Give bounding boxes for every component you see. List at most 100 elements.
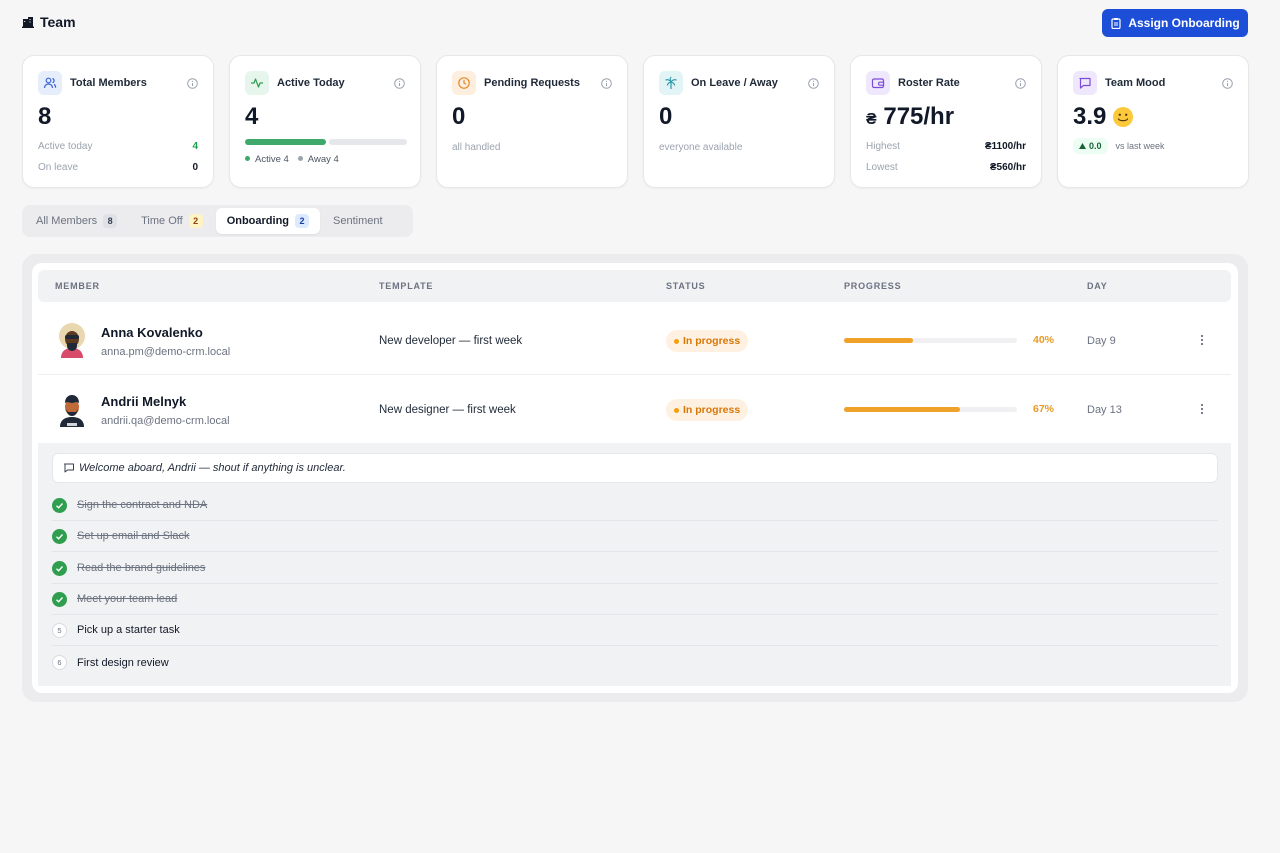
checklist-item[interactable]: Set up email and Slack (52, 521, 1218, 552)
delta-badge: 0.0 (1073, 138, 1108, 154)
mood-delta: 0.0 vs last week (1073, 138, 1165, 154)
col-progress: PROGRESS (844, 281, 902, 291)
legend-away: Away 4 (297, 154, 339, 165)
col-day: DAY (1087, 281, 1108, 291)
card-value: 0 (659, 103, 673, 130)
template-name: New developer — first week (379, 335, 523, 347)
active-bar-fill (245, 139, 326, 145)
card-subtext: everyone available (659, 142, 743, 153)
more-vertical-icon[interactable] (1198, 402, 1206, 416)
arrow-up-icon (1079, 143, 1086, 149)
tab-count-badge: 2 (295, 214, 310, 228)
page-title: Team (40, 14, 76, 30)
table-header: MEMBER TEMPLATE STATUS PROGRESS DAY (38, 270, 1231, 302)
tab-onboarding[interactable]: Onboarding 2 (215, 208, 321, 234)
check-circle-icon[interactable] (52, 497, 67, 513)
card-label: Team Mood (1105, 77, 1166, 89)
away-bar-fill (329, 139, 407, 145)
users-icon (38, 71, 62, 95)
building-icon (22, 17, 34, 28)
page-header: Team Assign Onboarding (22, 0, 1248, 46)
card-row: Lowest ₴560/hr (866, 162, 1026, 173)
comment-icon (64, 463, 74, 473)
card-value: 3.9 (1073, 103, 1134, 131)
card-label: Roster Rate (898, 77, 960, 89)
palm-tree-icon (659, 71, 683, 95)
assign-onboarding-label: Assign Onboarding (1128, 16, 1240, 30)
progress-fill (844, 338, 914, 343)
check-circle-icon[interactable] (52, 528, 67, 544)
card-subtext: all handled (452, 142, 501, 153)
message-icon (1073, 71, 1097, 95)
checklist-item[interactable]: 5 Pick up a starter task (52, 615, 1218, 646)
check-circle-icon[interactable] (52, 560, 67, 576)
info-icon[interactable] (187, 77, 198, 89)
tab-count-badge: 8 (103, 214, 118, 228)
more-vertical-icon[interactable] (1198, 333, 1206, 347)
progress-fill (844, 407, 960, 412)
active-away-bar (245, 139, 407, 145)
day-value: Day 13 (1087, 404, 1122, 416)
clipboard-icon (1111, 18, 1121, 29)
tab-bar: All Members 8 Time Off 2 Onboarding 2 Senti… (22, 205, 413, 237)
checklist-item[interactable]: 6 First design review (52, 647, 1218, 678)
tab-time-off[interactable]: Time Off 2 (130, 208, 214, 234)
table-row[interactable]: Anna Kovalenko anna.pm@demo-crm.local Ne… (38, 306, 1231, 375)
card-roster-rate: Roster Rate ₴ 775/hr Highest ₴1100/hr Low… (850, 55, 1042, 188)
avatar (60, 395, 84, 427)
info-icon[interactable] (1015, 77, 1026, 89)
member-name[interactable]: Andrii Melnyk (101, 394, 186, 409)
avatar (59, 323, 85, 358)
col-status: STATUS (666, 281, 706, 291)
card-row: Highest ₴1100/hr (866, 141, 1026, 152)
member-email: andrii.qa@demo-crm.local (101, 415, 230, 427)
step-number[interactable]: 5 (52, 622, 67, 638)
info-icon[interactable] (394, 77, 405, 89)
clock-icon (452, 71, 476, 95)
member-email: anna.pm@demo-crm.local (101, 346, 231, 358)
smile-emoji-icon (1113, 107, 1134, 127)
onboarding-detail: Welcome aboard, Andrii — shout if anythi… (38, 443, 1231, 686)
progress-percent: 40% (1032, 334, 1054, 346)
tab-sentiment[interactable]: Sentiment (322, 208, 394, 234)
info-icon[interactable] (601, 77, 612, 89)
card-value: 0 (452, 103, 466, 130)
card-active-today: Active Today 4 Active 4 Away 4 (229, 55, 421, 188)
welcome-note: Welcome aboard, Andrii — shout if anythi… (52, 453, 1218, 483)
active-legend: Active 4 Away 4 (245, 154, 339, 165)
checklist-item[interactable]: Read the brand guidelines (52, 553, 1218, 584)
table-row[interactable]: Andrii Melnyk andrii.qa@demo-crm.local N… (38, 375, 1231, 444)
delta-text: vs last week (1115, 141, 1165, 151)
check-circle-icon[interactable] (52, 591, 67, 607)
card-pending-requests: Pending Requests 0 all handled (436, 55, 628, 188)
step-number[interactable]: 6 (52, 655, 67, 670)
currency-symbol: ₴ (866, 111, 877, 128)
kpi-cards: Total Members 8 Active today 4 On leave 0 … (22, 55, 1249, 188)
day-value: Day 9 (1087, 335, 1116, 347)
member-name[interactable]: Anna Kovalenko (101, 325, 203, 340)
tab-count-badge: 2 (188, 214, 203, 228)
checklist-item[interactable]: Meet your team lead (52, 584, 1218, 615)
card-total-members: Total Members 8 Active today 4 On leave 0 (22, 55, 214, 188)
info-icon[interactable] (1222, 77, 1233, 89)
card-label: Pending Requests (484, 77, 580, 89)
progress-percent: 67% (1032, 403, 1054, 415)
wallet-icon (866, 71, 890, 95)
card-row: Active today 4 (38, 141, 198, 152)
tab-all-members[interactable]: All Members 8 (25, 208, 128, 234)
page-title-wrap: Team (22, 14, 76, 30)
card-label: Active Today (277, 77, 345, 89)
card-label: Total Members (70, 77, 147, 89)
card-value: 4 (245, 103, 259, 130)
card-row: On leave 0 (38, 162, 198, 173)
card-team-mood: Team Mood 3.9 0.0 vs last week (1057, 55, 1249, 188)
info-icon[interactable] (808, 77, 819, 89)
template-name: New designer — first week (379, 404, 516, 416)
progress-bar (844, 338, 1017, 343)
checklist-item[interactable]: Sign the contract and NDA (52, 490, 1218, 521)
col-member: MEMBER (55, 281, 100, 291)
assign-onboarding-button[interactable]: Assign Onboarding (1102, 9, 1248, 37)
card-value: ₴ 775/hr (866, 103, 955, 130)
card-label: On Leave / Away (691, 77, 778, 89)
card-value: 8 (38, 103, 52, 130)
